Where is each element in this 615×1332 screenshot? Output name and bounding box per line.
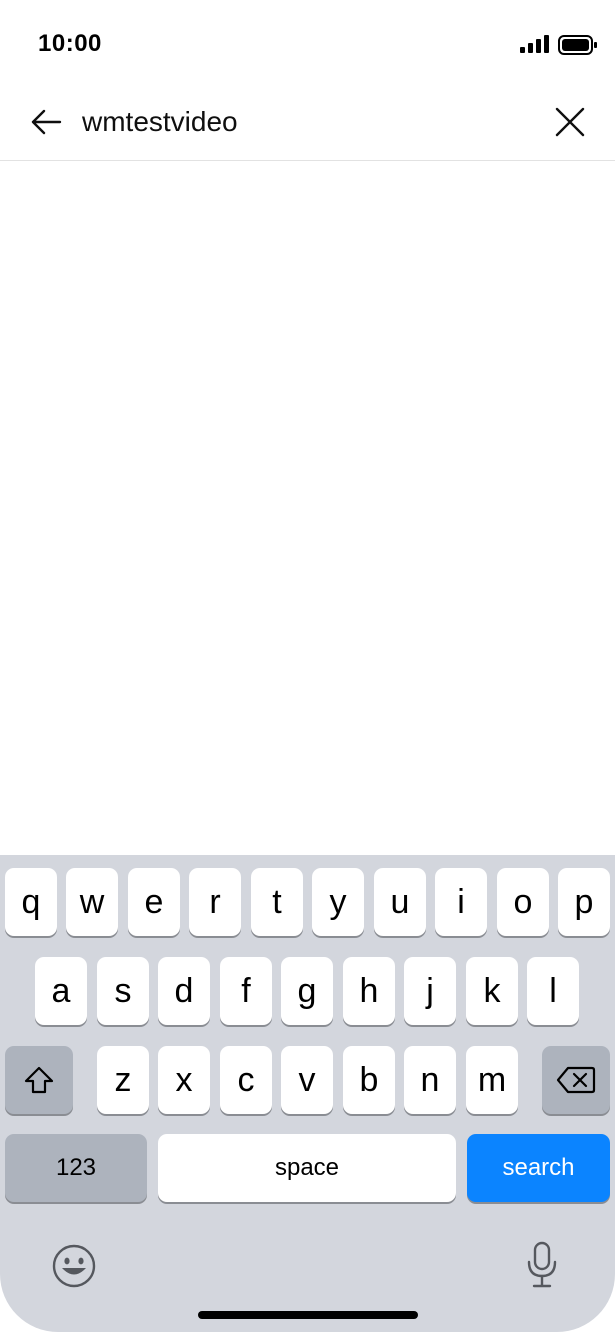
key-h[interactable]: h xyxy=(343,957,395,1025)
arrow-left-icon xyxy=(31,109,62,135)
space-key[interactable]: space xyxy=(158,1134,456,1202)
key-a[interactable]: a xyxy=(35,957,87,1025)
search-key[interactable]: search xyxy=(467,1134,610,1202)
cellular-signal-icon xyxy=(520,35,549,53)
numbers-key[interactable]: 123 xyxy=(5,1134,147,1202)
key-c[interactable]: c xyxy=(220,1046,272,1114)
key-x[interactable]: x xyxy=(158,1046,210,1114)
key-r[interactable]: r xyxy=(189,868,241,936)
search-input[interactable] xyxy=(82,100,522,144)
search-header xyxy=(0,90,615,161)
key-z[interactable]: z xyxy=(97,1046,149,1114)
search-results-area xyxy=(0,161,615,855)
key-k[interactable]: k xyxy=(466,957,518,1025)
key-t[interactable]: t xyxy=(251,868,303,936)
status-time: 10:00 xyxy=(38,30,102,57)
key-s[interactable]: s xyxy=(97,957,149,1025)
backspace-key[interactable] xyxy=(542,1046,610,1114)
key-i[interactable]: i xyxy=(435,868,487,936)
key-b[interactable]: b xyxy=(343,1046,395,1114)
key-p[interactable]: p xyxy=(558,868,610,936)
key-g[interactable]: g xyxy=(281,957,333,1025)
key-j[interactable]: j xyxy=(404,957,456,1025)
key-m[interactable]: m xyxy=(466,1046,518,1114)
shift-icon xyxy=(24,1066,54,1094)
on-screen-keyboard: q w e r t y u i o p a s d f g h j k l z … xyxy=(0,855,615,1332)
key-f[interactable]: f xyxy=(220,957,272,1025)
backspace-icon xyxy=(556,1066,596,1094)
key-l[interactable]: l xyxy=(527,957,579,1025)
battery-icon xyxy=(558,35,597,55)
key-u[interactable]: u xyxy=(374,868,426,936)
microphone-icon[interactable] xyxy=(524,1240,560,1290)
key-w[interactable]: w xyxy=(66,868,118,936)
emoji-icon[interactable] xyxy=(51,1243,97,1289)
key-y[interactable]: y xyxy=(312,868,364,936)
home-indicator xyxy=(198,1311,418,1319)
key-q[interactable]: q xyxy=(5,868,57,936)
shift-key[interactable] xyxy=(5,1046,73,1114)
clear-search-button[interactable] xyxy=(548,100,592,144)
key-v[interactable]: v xyxy=(281,1046,333,1114)
key-e[interactable]: e xyxy=(128,868,180,936)
key-d[interactable]: d xyxy=(158,957,210,1025)
key-n[interactable]: n xyxy=(404,1046,456,1114)
back-button[interactable] xyxy=(26,100,66,144)
close-icon xyxy=(555,107,585,137)
key-o[interactable]: o xyxy=(497,868,549,936)
status-bar: 10:00 xyxy=(0,0,615,90)
